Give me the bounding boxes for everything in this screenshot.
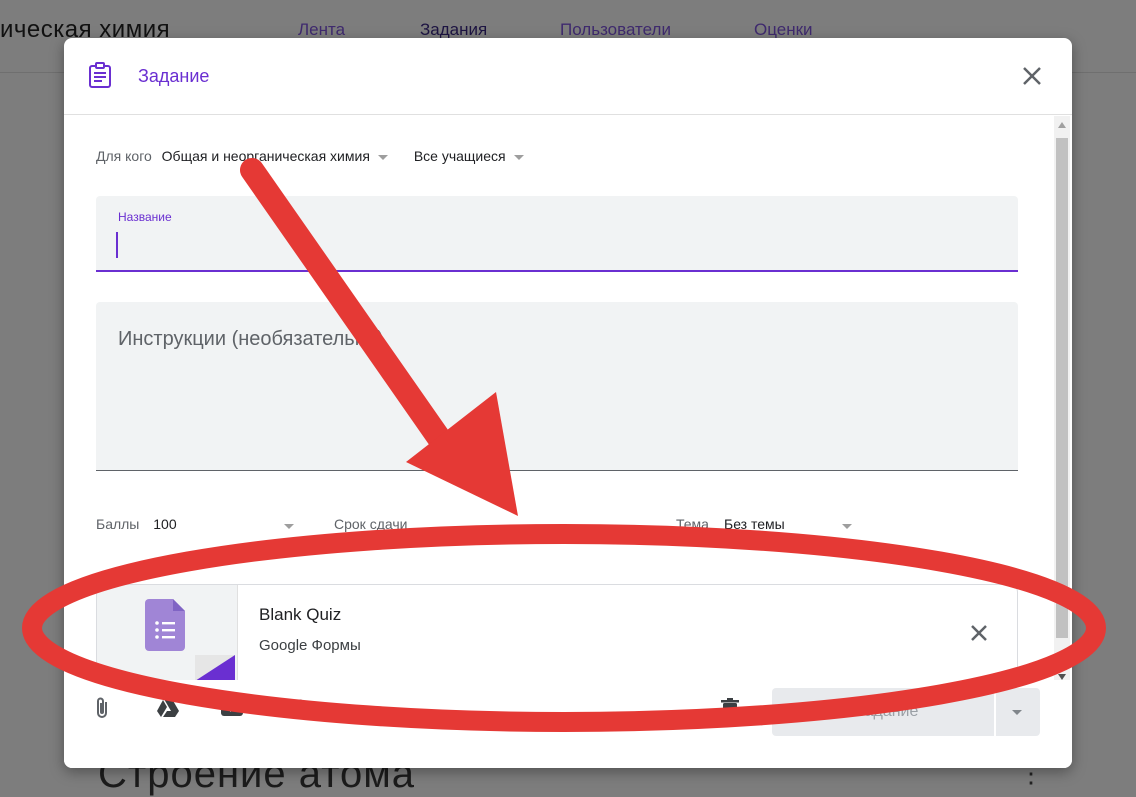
- chevron-down-icon: [377, 154, 388, 160]
- google-forms-icon: [145, 599, 185, 651]
- drive-icon[interactable]: [156, 696, 180, 720]
- scrollbar[interactable]: [1054, 116, 1070, 686]
- attachment-type: Google Формы: [259, 637, 361, 654]
- tab-classwork[interactable]: Задания: [420, 20, 487, 40]
- scroll-up-icon[interactable]: [1058, 122, 1066, 128]
- class-select[interactable]: Общая и неорганическая химия: [162, 148, 388, 164]
- dialog-title: Задание: [138, 66, 210, 86]
- scrollbar-thumb[interactable]: [1056, 138, 1068, 638]
- students-select-value: Все учащиеся: [413, 148, 506, 164]
- link-icon[interactable]: [284, 696, 308, 720]
- title-field-label: Название: [118, 210, 172, 224]
- chevron-down-icon[interactable]: [842, 524, 852, 529]
- topic-select[interactable]: Без темы: [724, 516, 785, 532]
- students-select[interactable]: Все учащиеся: [414, 148, 524, 164]
- attachment-card[interactable]: Blank Quiz Google Формы: [96, 584, 1018, 680]
- chevron-down-icon: [513, 154, 524, 160]
- instructions-placeholder: Инструкции (необязательно): [118, 328, 384, 350]
- dialog-footer: Создать задание: [64, 680, 1072, 768]
- assignment-icon: [89, 62, 111, 88]
- trash-icon[interactable]: [718, 696, 742, 720]
- points-label: Баллы: [96, 516, 140, 532]
- attachment-thumbnail: [97, 585, 238, 680]
- chevron-down-icon: [1012, 710, 1022, 715]
- dialog-body: Для кого Общая и неорганическая химия Вс…: [64, 114, 1054, 680]
- tab-people[interactable]: Пользователи: [560, 20, 671, 40]
- chevron-down-icon[interactable]: [284, 524, 294, 529]
- create-options-dropdown[interactable]: [996, 688, 1040, 736]
- create-assignment-button[interactable]: Создать задание: [772, 688, 994, 736]
- class-select-value: Общая и неорганическая химия: [161, 148, 370, 164]
- attachment-title[interactable]: Blank Quiz: [259, 605, 341, 625]
- tab-grades[interactable]: Оценки: [754, 20, 813, 40]
- paperclip-icon[interactable]: [90, 696, 114, 720]
- instructions-field[interactable]: Инструкции (необязательно): [96, 302, 1018, 471]
- title-field[interactable]: Название: [96, 196, 1018, 272]
- assignment-dialog: Задание Для кого Общая и неорганическая …: [64, 38, 1072, 768]
- youtube-icon[interactable]: [220, 696, 244, 720]
- assign-to-row: Для кого Общая и неорганическая химия Вс…: [96, 148, 524, 164]
- remove-attachment-icon[interactable]: [965, 619, 993, 647]
- for-label: Для кого: [96, 148, 152, 164]
- points-value: 100: [153, 516, 177, 532]
- points-select[interactable]: Баллы 100: [96, 516, 241, 532]
- title-input[interactable]: [116, 232, 1002, 258]
- close-icon[interactable]: [1016, 60, 1048, 92]
- dialog-header: Задание: [64, 38, 1072, 115]
- tab-stream[interactable]: Лента: [298, 20, 345, 40]
- due-date-select[interactable]: Срок сдачи: [334, 516, 407, 532]
- topic-label: Тема: [676, 516, 709, 532]
- forms-corner-mark: [195, 655, 235, 680]
